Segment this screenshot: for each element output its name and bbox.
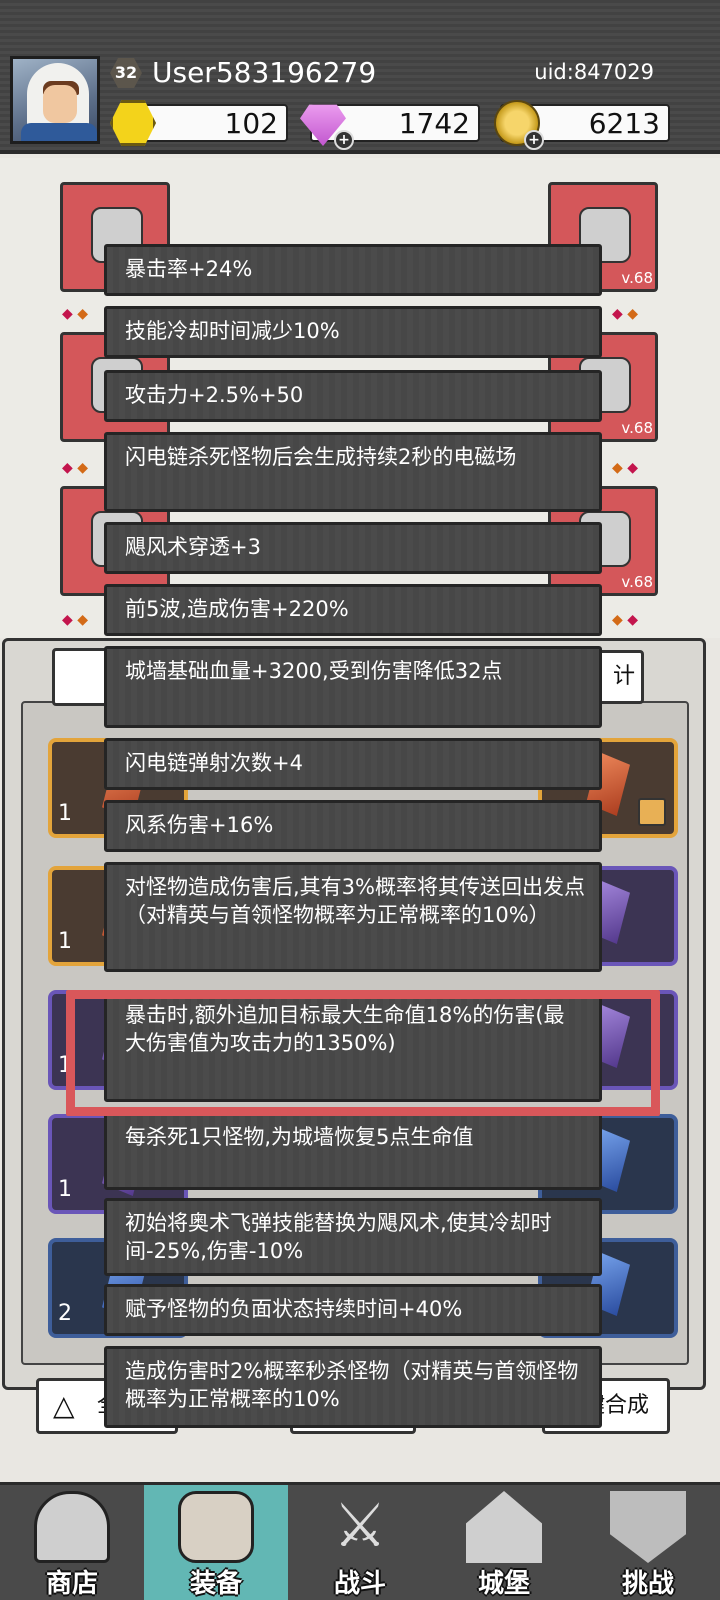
item-count: 2 [58,1301,72,1326]
ring-level: v.68 [621,419,653,437]
castle-icon [466,1491,542,1563]
item-count: 1 [58,1177,72,1202]
nav-shop[interactable]: 商店 [0,1485,144,1600]
affix-line: 风系伤害+16% [104,800,602,852]
affix-line: 技能冷却时间减少10% [104,306,602,358]
shield-icon [610,1491,686,1563]
affix-line: 暴击率+24% [104,244,602,296]
sort-icon [638,798,666,826]
nav-challenge-label: 挑战 [621,1569,674,1599]
level-badge: 32 [110,58,142,88]
crossed-swords-icon: ⚔ [333,1491,387,1561]
username: User583196279 [152,56,377,89]
affix-line: 前5波,造成伤害+220% [104,584,602,636]
backpack-icon [178,1491,254,1563]
nav-battle-label: 战斗 [333,1569,386,1599]
add-coin-button[interactable]: + [524,130,544,150]
add-diamond-button[interactable]: + [334,130,354,150]
avatar-face [43,85,77,123]
nav-battle[interactable]: ⚔ 战斗 [288,1485,432,1600]
nav-equipment-label: 装备 [189,1569,242,1599]
gem-dots: ◆ ◆ [62,306,89,322]
affix-line: 攻击力+2.5%+50 [104,370,602,422]
affix-line: 闪电链弹射次数+4 [104,738,602,790]
gem-dots: ◆ ◆ [62,612,89,628]
gold-gem-value: 102 [224,107,278,140]
gem-dots: ◆ ◆ [612,460,639,476]
affix-line: 飓风术穿透+3 [104,522,602,574]
top-bar: 32 User583196279 uid:847029 102 1742 + 6… [0,0,720,154]
affix-line: 闪电链杀死怪物后会生成持续2秒的电磁场 [104,432,602,512]
affix-line: 对怪物造成伤害后,其有3%概率将其传送回出发点（对精英与首领怪物概率为正常概率的… [104,862,602,972]
nav-castle-label: 城堡 [477,1569,530,1599]
nav-shop-label: 商店 [45,1569,98,1599]
necklace-level: v.68 [621,573,653,591]
avatar[interactable] [10,56,100,144]
weapon-level: v.68 [621,269,653,287]
avatar-robe [21,123,97,141]
affix-line: 每杀死1只怪物,为城墙恢复5点生命值 [104,1112,602,1190]
item-count: 1 [58,801,72,826]
coin-value: 6213 [588,107,660,140]
affix-line: 造成伤害时2%概率秒杀怪物（对精英与首领怪物概率为正常概率的10% [104,1346,602,1428]
user-id: uid:847029 [534,60,654,84]
item-count: 1 [58,929,72,954]
affix-line: 城墙基础血量+3200,受到伤害降低32点 [104,646,602,728]
bottom-nav: 商店 装备 ⚔ 战斗 城堡 挑战 [0,1482,720,1600]
nav-equipment[interactable]: 装备 [144,1485,288,1600]
affix-line: 赋予怪物的负面状态持续时间+40% [104,1284,602,1336]
shop-icon [34,1491,110,1563]
affix-line: 初始将奥术飞弹技能替换为飓风术,使其冷却时间-25%,伤害-10% [104,1198,602,1276]
gem-dots: ◆ ◆ [62,460,89,476]
diamond-value: 1742 [398,107,470,140]
gem-dots: ◆ ◆ [612,612,639,628]
sort-up-icon: △ [53,1389,75,1422]
nav-challenge[interactable]: 挑战 [576,1485,720,1600]
selection-highlight-box [66,990,660,1116]
nav-castle[interactable]: 城堡 [432,1485,576,1600]
gem-dots: ◆ ◆ [612,306,639,322]
